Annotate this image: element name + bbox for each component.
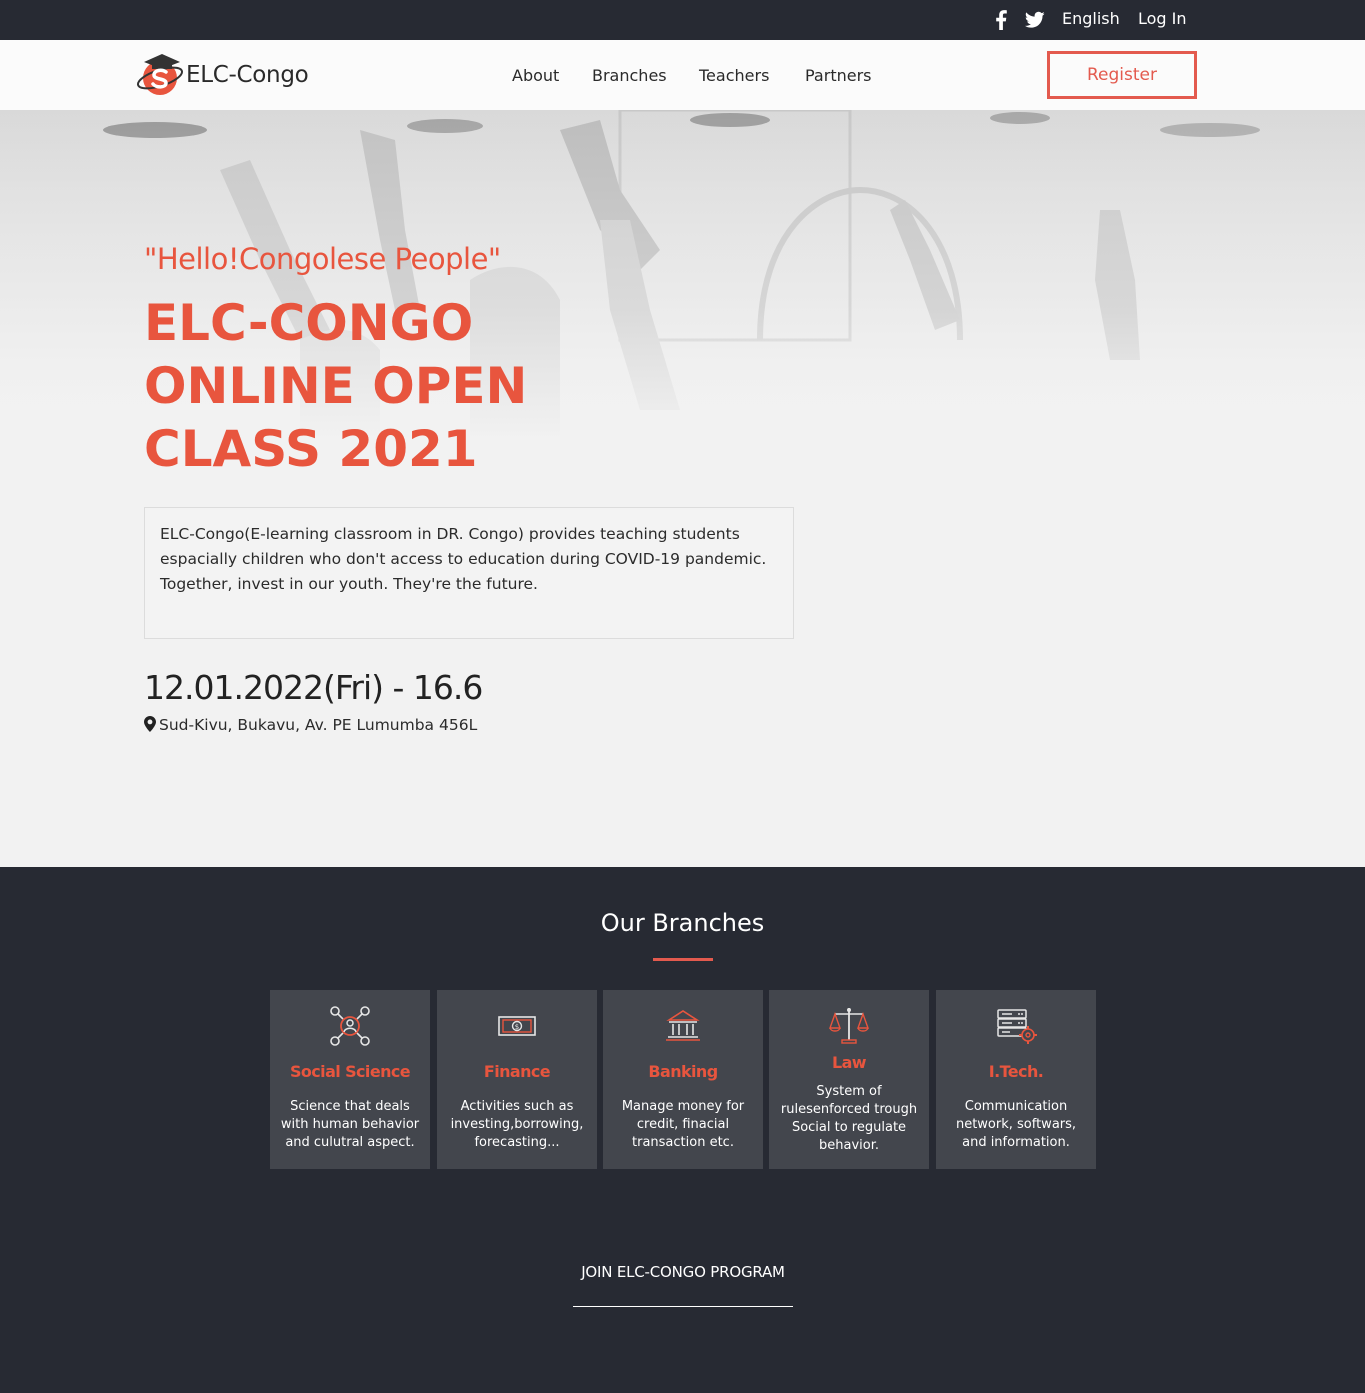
logo-text: ELC-Congo: [186, 62, 309, 88]
branch-name: I.Tech.: [988, 1062, 1044, 1081]
branch-description: Manage money for credit, finacial transa…: [621, 1099, 745, 1150]
nav-about[interactable]: About: [512, 66, 559, 85]
title-underline: [653, 958, 713, 961]
register-button[interactable]: Register: [1047, 51, 1197, 99]
navbar: ELC-Congo About Branches Teachers Partne…: [0, 40, 1365, 110]
branch-name: Law: [832, 1053, 867, 1072]
branch-card-banking[interactable]: Banking Manage money for credit, finacia…: [603, 990, 763, 1169]
branch-card-finance[interactable]: $ Finance Activities such as investing,b…: [437, 990, 597, 1169]
language-selector[interactable]: English: [1062, 9, 1120, 28]
logo-icon: [136, 54, 184, 95]
join-underline: [573, 1306, 793, 1307]
branch-name: Banking: [648, 1062, 718, 1081]
description-paragraph: Together, invest in our youth. They're t…: [160, 575, 538, 593]
branch-description: System of rulesenforced trough Social to…: [780, 1084, 918, 1153]
network-person-icon: [270, 1004, 430, 1048]
hero-tagline: "Hello!Congolese People": [144, 242, 501, 276]
banknote-icon: $: [437, 1004, 597, 1048]
branch-description: Activities such as investing,borrowing, …: [450, 1099, 584, 1150]
branch-description: Science that deals with human behavior a…: [280, 1099, 420, 1150]
map-marker-icon: [144, 716, 156, 732]
login-link[interactable]: Log In: [1138, 9, 1187, 28]
event-location: Sud-Kivu, Bukavu, Av. PE Lumumba 456L: [144, 716, 477, 734]
facebook-icon[interactable]: [994, 10, 1010, 30]
branches-section: Our Branches Social Science Science that…: [0, 867, 1365, 1393]
nav-partners[interactable]: Partners: [805, 66, 871, 85]
hero-title-line: CLASS 2021: [144, 420, 478, 478]
branch-card-law[interactable]: Law System of rulesenforced trough Socia…: [769, 990, 929, 1169]
branches-title: Our Branches: [600, 909, 765, 937]
branch-name: Social Science: [289, 1062, 411, 1081]
nav-branches[interactable]: Branches: [592, 66, 667, 85]
description-paragraph: ELC-Congo(E-learning classroom in DR. Co…: [160, 525, 767, 568]
hero-title: ELC-CONGO ONLINE OPEN CLASS 2021: [144, 292, 527, 481]
join-program-link[interactable]: JOIN ELC-CONGO PROGRAM: [573, 1263, 793, 1281]
twitter-icon[interactable]: [1025, 11, 1045, 29]
event-date: 12.01.2022(Fri) - 16.6: [144, 668, 483, 707]
nav-teachers[interactable]: Teachers: [699, 66, 769, 85]
branch-card-social-science[interactable]: Social Science Science that deals with h…: [270, 990, 430, 1169]
server-gear-icon: [936, 1004, 1096, 1048]
logo[interactable]: ELC-Congo: [136, 50, 336, 100]
bank-building-icon: [603, 1004, 763, 1048]
hero-description: ELC-Congo(E-learning classroom in DR. Co…: [144, 507, 794, 639]
top-bar: English Log In: [0, 0, 1365, 40]
branch-card-itech[interactable]: I.Tech. Communication network, softwars,…: [936, 990, 1096, 1169]
hero-title-line: ELC-CONGO: [144, 294, 474, 352]
scales-icon: [769, 1004, 929, 1048]
event-location-text: Sud-Kivu, Bukavu, Av. PE Lumumba 456L: [159, 716, 478, 734]
hero-section: "Hello!Congolese People" ELC-CONGO ONLIN…: [0, 110, 1365, 867]
hero-title-line: ONLINE OPEN: [144, 357, 528, 415]
branch-name: Finance: [483, 1062, 551, 1081]
svg-text:$: $: [515, 1023, 519, 1031]
branch-description: Communication network, softwars, and inf…: [955, 1099, 1077, 1150]
